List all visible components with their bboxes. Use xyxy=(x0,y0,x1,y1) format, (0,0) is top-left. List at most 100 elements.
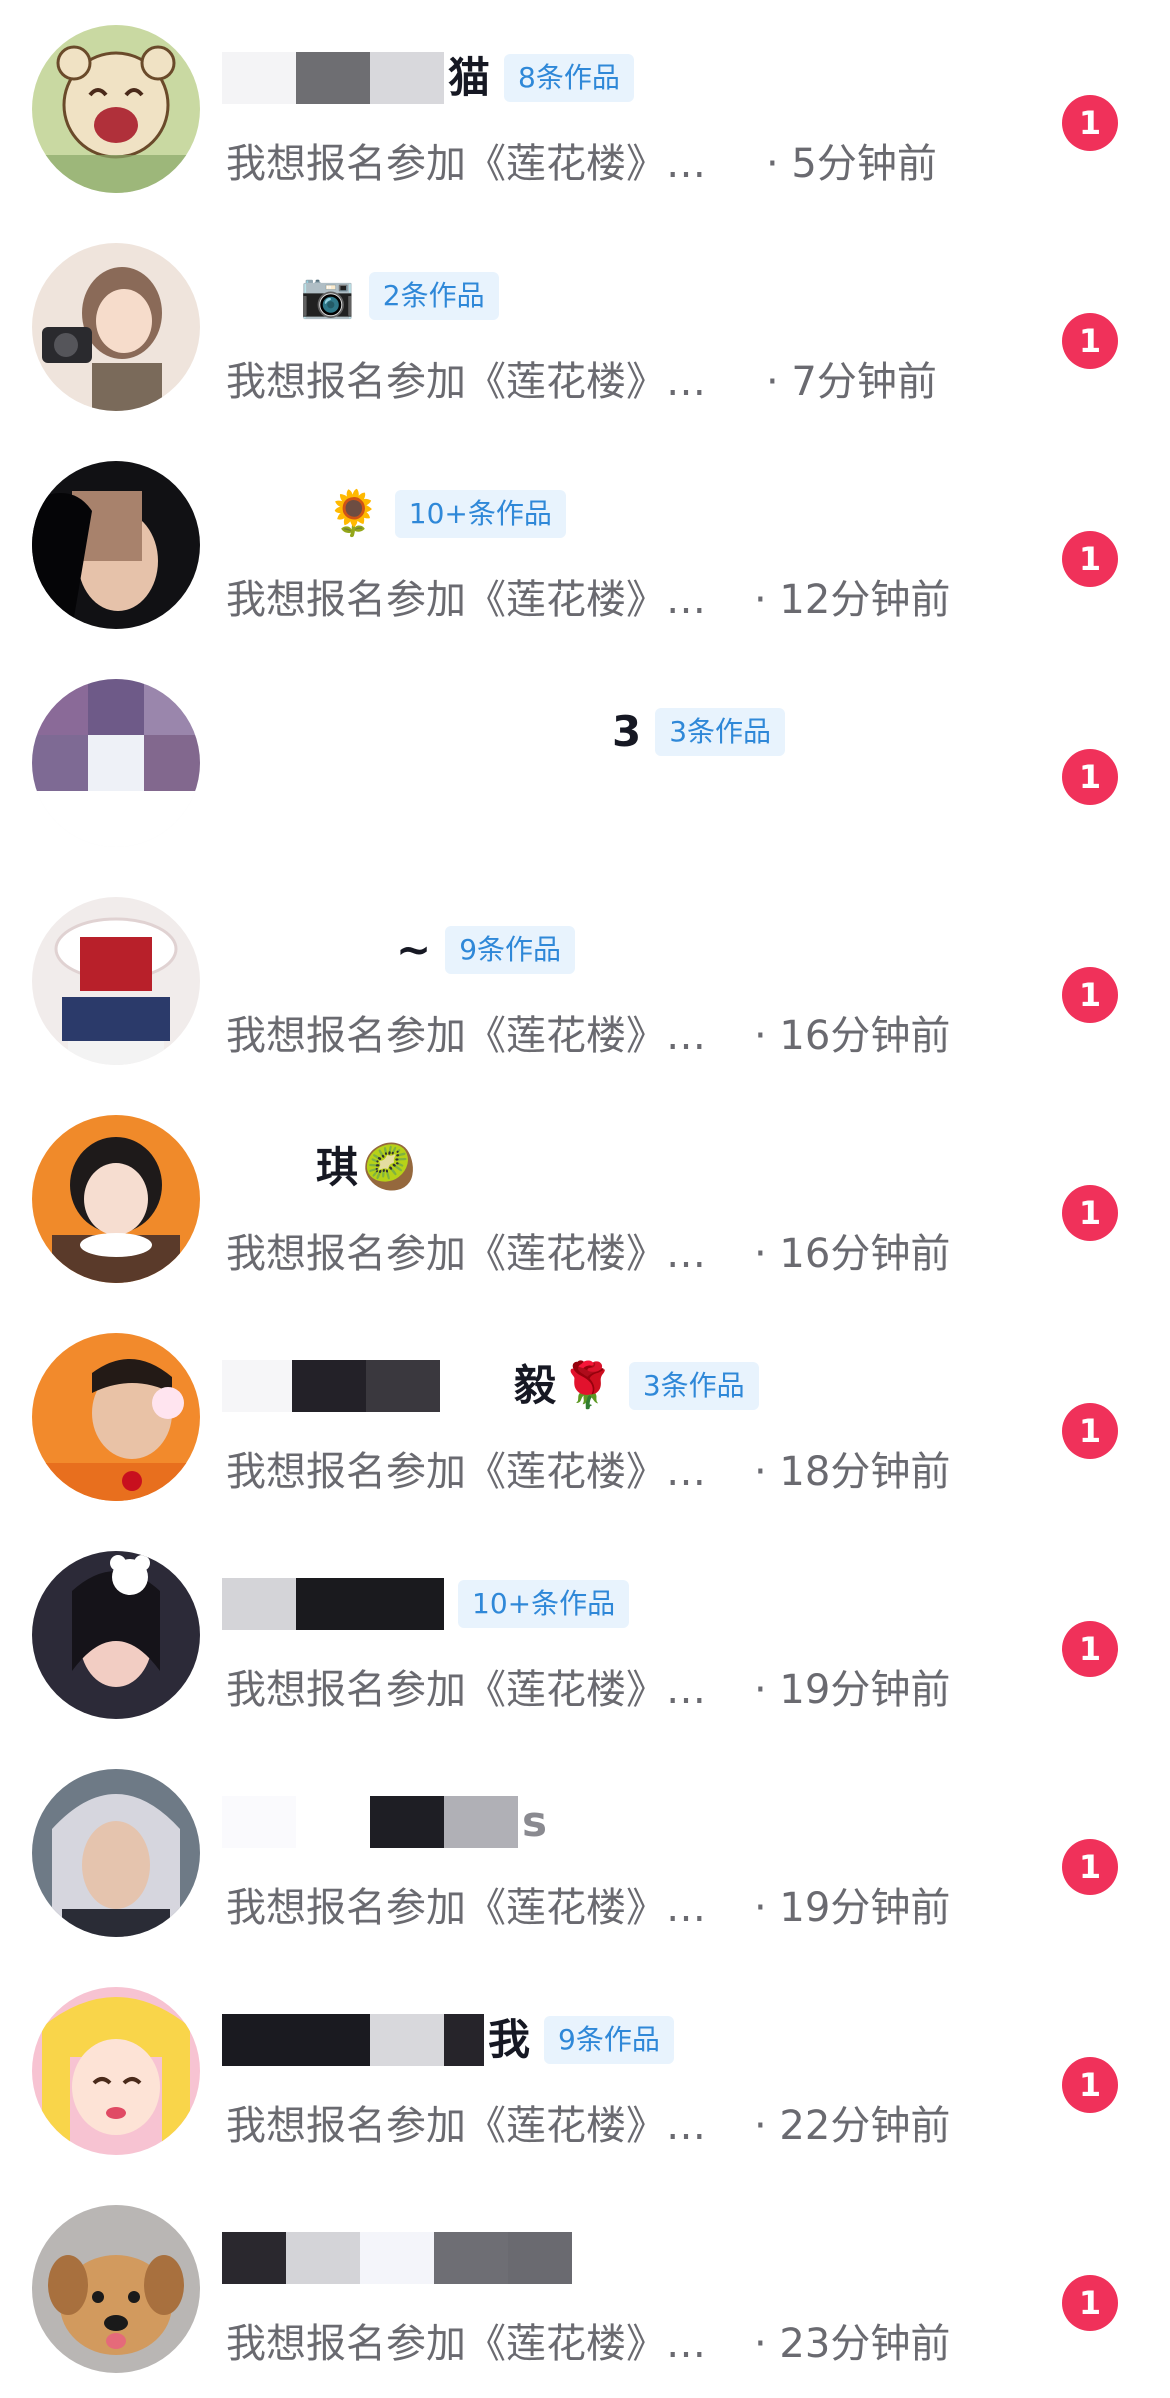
conversation-row[interactable]: s 我想报名参加《莲花楼》… · 19分钟前 1 xyxy=(0,1744,1170,1962)
unread-count-badge: 1 xyxy=(1062,2057,1118,2113)
contact-name xyxy=(222,2228,572,2288)
blurred-name xyxy=(222,1360,510,1412)
girl-with-bear-avatar[interactable] xyxy=(32,1551,200,1719)
conversation-row[interactable]: 10+条作品 我想报名参加《莲花楼》… · 19分钟前 1 xyxy=(0,1526,1170,1744)
maid-avatar[interactable] xyxy=(32,897,200,1065)
child-photo-avatar[interactable] xyxy=(32,1115,200,1283)
contact-name: 3 3条作品 xyxy=(608,702,786,762)
message-time: · 22分钟前 xyxy=(754,2103,951,2149)
message-text: 我想报名参加《莲花楼》… xyxy=(226,577,706,623)
camera-emoji-icon: 📷 xyxy=(300,270,355,321)
blurred-name xyxy=(222,1142,312,1194)
blurred-name xyxy=(222,488,322,540)
contact-name: 琪 🥝 xyxy=(222,1138,417,1198)
unread-count-badge: 1 xyxy=(1062,967,1118,1023)
message-preview: 我想报名参加《莲花楼》… · 16分钟前 xyxy=(226,1004,950,1060)
girl-photo-avatar[interactable] xyxy=(32,461,200,629)
message-preview: 我想报名参加《莲花楼》… · 22分钟前 xyxy=(226,2094,950,2150)
message-preview: 我想报名参加《莲花楼》… · 19分钟前 xyxy=(226,1658,950,1714)
message-preview: 我想报名参加《莲花楼》… · 5分钟前 xyxy=(226,132,937,188)
name-tail: 3 xyxy=(612,707,642,756)
message-time: · 5分钟前 xyxy=(766,141,937,187)
blurred-name xyxy=(222,924,392,976)
conversation-row[interactable]: ~ 9条作品 我想报名参加《莲花楼》… · 16分钟前 1 xyxy=(0,872,1170,1090)
unread-count-badge: 1 xyxy=(1062,531,1118,587)
kiwi-emoji-icon: 🥝 xyxy=(362,1142,417,1193)
girl-with-camera-avatar[interactable] xyxy=(32,243,200,411)
pixelated-avatar[interactable] xyxy=(32,679,200,847)
conversation-row[interactable]: 📷 2条作品 我想报名参加《莲花楼》… · 7分钟前 1 xyxy=(0,218,1170,436)
message-text: 我想报名参加《莲花楼》… xyxy=(226,1885,706,1931)
message-text: 我想报名参加《莲花楼》… xyxy=(226,359,706,405)
message-preview: 我想报名参加《莲花楼》… · 12分钟前 xyxy=(226,568,950,624)
message-text: 我想报名参加《莲花楼》… xyxy=(226,1231,706,1277)
contact-name: 猫 8条作品 xyxy=(222,48,634,108)
conversation-row[interactable]: 3 3条作品 1 xyxy=(0,654,1170,872)
conversation-row[interactable]: 毅 🌹 3条作品 我想报名参加《莲花楼》… · 18分钟前 1 xyxy=(0,1308,1170,1526)
message-time: · 23分钟前 xyxy=(754,2321,951,2367)
unread-count-badge: 1 xyxy=(1062,313,1118,369)
message-text: 我想报名参加《莲花楼》… xyxy=(226,141,706,187)
anime-girl-avatar[interactable] xyxy=(32,1987,200,2155)
unread-count-badge: 1 xyxy=(1062,95,1118,151)
message-time: · 18分钟前 xyxy=(754,1449,951,1495)
contact-name: s xyxy=(222,1792,547,1852)
unread-count-badge: 1 xyxy=(1062,1403,1118,1459)
works-count-badge: 8条作品 xyxy=(504,54,634,102)
unread-count-badge: 1 xyxy=(1062,749,1118,805)
message-text: 我想报名参加《莲花楼》… xyxy=(226,2103,706,2149)
contact-name: 毅 🌹 3条作品 xyxy=(222,1356,759,1416)
man-with-rose-avatar[interactable] xyxy=(32,1333,200,1501)
puppy-avatar[interactable] xyxy=(32,2205,200,2373)
unread-count-badge: 1 xyxy=(1062,1621,1118,1677)
message-text: 我想报名参加《莲花楼》… xyxy=(226,1013,706,1059)
works-count-badge: 2条作品 xyxy=(368,272,499,320)
unread-count-badge: 1 xyxy=(1062,1185,1118,1241)
message-preview: 我想报名参加《莲花楼》… · 16分钟前 xyxy=(226,1222,950,1278)
contact-name: 10+条作品 xyxy=(222,1574,630,1634)
blurred-name xyxy=(222,2232,572,2284)
message-preview: 我想报名参加《莲花楼》… · 7分钟前 xyxy=(226,350,937,406)
works-count-badge: 9条作品 xyxy=(445,926,576,974)
message-text: 我想报名参加《莲花楼》… xyxy=(226,1667,706,1713)
message-time: · 16分钟前 xyxy=(754,1013,951,1059)
works-count-badge: 3条作品 xyxy=(628,1362,759,1410)
name-tail: 猫 xyxy=(448,53,491,102)
message-time: · 19分钟前 xyxy=(754,1885,951,1931)
message-text: 我想报名参加《莲花楼》… xyxy=(226,2321,706,2367)
works-count-badge: 3条作品 xyxy=(655,708,786,756)
blurred-name xyxy=(222,1578,444,1630)
conversation-row[interactable]: 我 9条作品 我想报名参加《莲花楼》… · 22分钟前 1 xyxy=(0,1962,1170,2180)
message-preview: 我想报名参加《莲花楼》… · 19分钟前 xyxy=(226,1876,950,1932)
blurred-name xyxy=(222,52,444,104)
contact-name: ~ 9条作品 xyxy=(222,920,576,980)
contact-name: 我 9条作品 xyxy=(222,2010,674,2070)
conversation-row[interactable]: 琪 🥝 我想报名参加《莲花楼》… · 16分钟前 1 xyxy=(0,1090,1170,1308)
unread-count-badge: 1 xyxy=(1062,1839,1118,1895)
conversation-row[interactable]: 🌻 10+条作品 我想报名参加《莲花楼》… · 12分钟前 1 xyxy=(0,436,1170,654)
message-text: 我想报名参加《莲花楼》… xyxy=(226,1449,706,1495)
works-count-badge: 9条作品 xyxy=(544,2016,674,2064)
rose-emoji-icon: 🌹 xyxy=(560,1360,615,1411)
name-tail: s xyxy=(522,1797,547,1846)
sunflower-emoji-icon: 🌻 xyxy=(326,488,381,539)
contact-name: 📷 2条作品 xyxy=(222,266,499,326)
message-time: · 7分钟前 xyxy=(766,359,937,405)
conversation-row[interactable]: 我想报名参加《莲花楼》… · 23分钟前 1 xyxy=(0,2180,1170,2398)
message-time: · 16分钟前 xyxy=(754,1231,951,1277)
costume-man-avatar[interactable] xyxy=(32,1769,200,1937)
message-time: · 19分钟前 xyxy=(754,1667,951,1713)
message-preview: 我想报名参加《莲花楼》… · 23分钟前 xyxy=(226,2312,950,2368)
conversation-row[interactable]: 猫 8条作品 我想报名参加《莲花楼》… · 5分钟前 1 xyxy=(0,0,1170,218)
name-tail: ~ xyxy=(396,925,432,974)
name-tail: 我 xyxy=(488,2015,531,2064)
blurred-name xyxy=(222,1796,518,1848)
name-tail: 毅 xyxy=(514,1361,557,1410)
blurred-name xyxy=(222,2014,484,2066)
unread-count-badge: 1 xyxy=(1062,2275,1118,2331)
message-time: · 12分钟前 xyxy=(754,577,951,623)
contact-name: 🌻 10+条作品 xyxy=(222,484,566,544)
cartoon-bear-avatar[interactable] xyxy=(32,25,200,193)
works-count-badge: 10+条作品 xyxy=(458,1580,630,1628)
message-preview: 我想报名参加《莲花楼》… · 18分钟前 xyxy=(226,1440,950,1496)
